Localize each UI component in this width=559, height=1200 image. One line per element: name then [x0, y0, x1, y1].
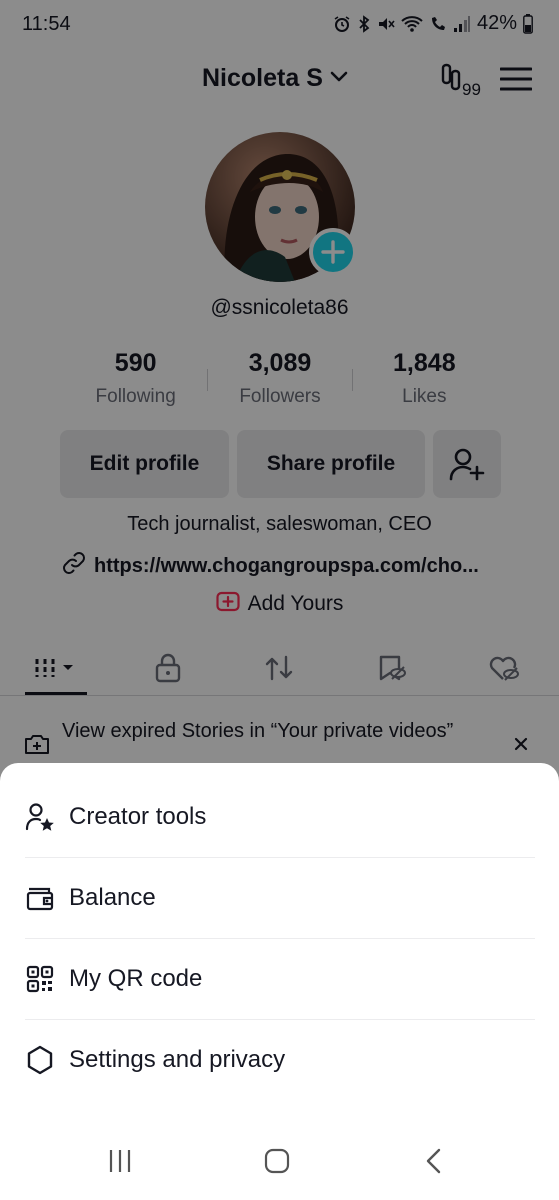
menu-item-balance[interactable]: Balance [25, 857, 535, 938]
recents-icon[interactable] [108, 1148, 134, 1179]
back-icon[interactable] [424, 1148, 444, 1179]
system-navigation-bar [0, 1130, 559, 1200]
creator-star-icon [25, 802, 55, 832]
gear-icon [25, 1045, 55, 1075]
menu-item-label: Settings and privacy [69, 1045, 286, 1073]
menu-item-qr-code[interactable]: My QR code [25, 938, 535, 1019]
menu-item-label: Balance [69, 883, 156, 911]
home-icon[interactable] [264, 1148, 290, 1179]
qr-code-icon [25, 964, 55, 994]
profile-menu-sheet: Creator tools Balance My QR code Setting… [0, 763, 559, 1200]
menu-item-label: My QR code [69, 964, 203, 992]
wallet-icon [25, 883, 55, 913]
menu-item-settings[interactable]: Settings and privacy [25, 1019, 535, 1100]
menu-item-label: Creator tools [69, 802, 207, 830]
menu-item-creator-tools[interactable]: Creator tools [25, 776, 535, 857]
